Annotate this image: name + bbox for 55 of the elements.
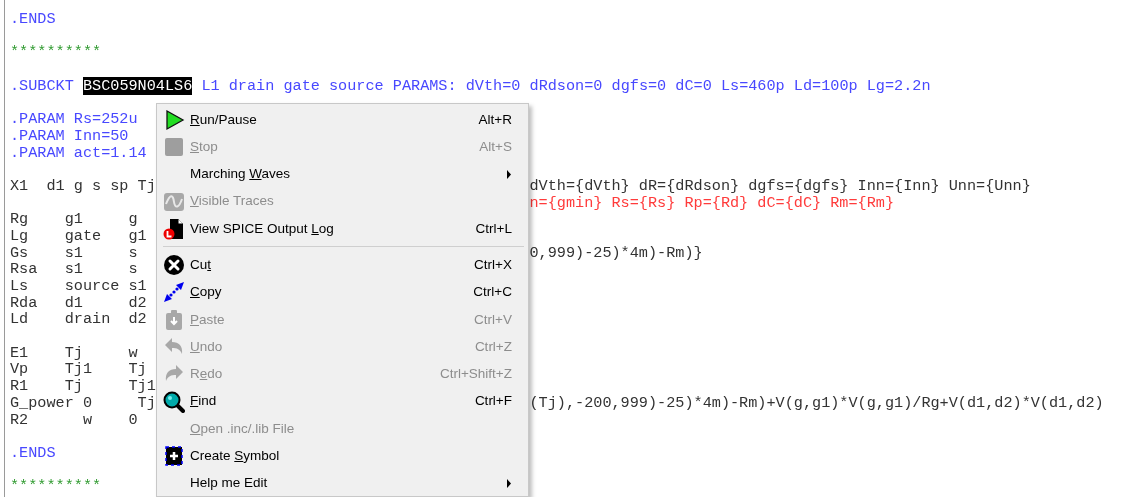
code-text: Lg gate g1 xyxy=(10,226,147,245)
shortcut-text: Ctrl+Shift+Z xyxy=(439,365,512,384)
code-text: .SUBCKT xyxy=(10,76,75,95)
submenu-arrow-icon xyxy=(506,479,512,488)
code-text: Vp Tj1 Tj xyxy=(10,360,147,379)
code-text: X1 d1 g s sp Tj xyxy=(10,176,156,195)
dotted-arrow-icon xyxy=(163,281,185,304)
shortcut-text: Ctrl+V xyxy=(474,310,512,329)
code-text: Rg g1 g xyxy=(10,210,138,229)
submenu-arrow-icon xyxy=(506,169,512,179)
code-text: Rda d1 d2 xyxy=(10,293,147,312)
comment-text: ********** xyxy=(10,43,102,62)
comment-text: ********** xyxy=(10,477,102,496)
selected-text: BSC059N04LS6 xyxy=(82,76,193,95)
menu-item[interactable]: Cut Ctrl+X xyxy=(159,251,526,279)
code-text: .PARAM Rs=252u xyxy=(10,110,138,129)
menu-item[interactable]: Run/Pause Alt+R xyxy=(159,106,526,134)
shortcut-text: Ctrl+C xyxy=(473,283,512,302)
code-text: Gs s1 s xyxy=(10,243,138,262)
menu-item[interactable]: Marching Waves xyxy=(159,160,526,188)
play-icon xyxy=(163,108,185,131)
code-text: Rsa s1 s xyxy=(10,260,138,279)
menu-item[interactable]: Help me Edit xyxy=(159,469,526,496)
close-circle-icon xyxy=(163,254,185,277)
menu-item[interactable]: Create Symbol xyxy=(159,442,526,470)
code-text: G_power 0 Tj xyxy=(10,393,156,412)
parameter-text: n={gmin} Rs={Rs} Rp={Rd} dC={dC} Rm={Rm} xyxy=(529,193,895,212)
document-log-icon xyxy=(163,217,185,240)
code-text: .ENDS xyxy=(10,443,56,462)
menu-item[interactable]: View SPICE Output Log Ctrl+L xyxy=(159,215,526,243)
code-text: 0,999)-25)*4m)-Rm)} xyxy=(529,243,703,262)
shortcut-text: Alt+R xyxy=(478,110,512,129)
clipboard-icon xyxy=(163,308,185,331)
code-text: L1 drain gate source PARAMS: dVth=0 dRdson=0 dgfs=0 dC=0 Ls=460p Ld=100p Lg=2.2n xyxy=(200,76,931,95)
code-text: (Tj),-200,999)-25)*4m)-Rm)+V(g,g1)*V(g,g1)/Rg+V(d1,d2)*V(d1,d2) xyxy=(529,393,1104,412)
symbol-chip-icon xyxy=(163,445,185,468)
code-text: R1 Tj Tj1 xyxy=(10,377,156,396)
code-text: .ENDS xyxy=(10,10,56,28)
code-text: .PARAM Inn=50 xyxy=(10,126,129,145)
menu-item[interactable]: Find Ctrl+F xyxy=(159,387,526,416)
search-icon xyxy=(163,390,185,413)
shortcut-text: Ctrl+L xyxy=(475,219,512,238)
shortcut-text: Ctrl+X xyxy=(474,256,512,274)
code-text: Ld drain d2 xyxy=(10,310,147,329)
shortcut-text: Ctrl+F xyxy=(474,392,512,411)
code-text: .PARAM act=1.14 xyxy=(10,143,147,162)
shortcut-text: Ctrl+Z xyxy=(474,337,512,356)
code-text: Ls source s1 xyxy=(10,277,147,295)
shortcut-text: Alt+S xyxy=(479,137,512,156)
wave-icon xyxy=(163,190,185,213)
code-text: E1 Tj w xyxy=(10,343,138,362)
stop-icon xyxy=(163,135,185,158)
code-text: dVth={dVth} dR={dRdson} dgfs={dgfs} Inn={Inn} Unn={Unn} xyxy=(529,176,1031,195)
code-text: R2 w 0 xyxy=(10,410,138,429)
menu-item[interactable]: Copy Ctrl+C xyxy=(159,278,526,307)
